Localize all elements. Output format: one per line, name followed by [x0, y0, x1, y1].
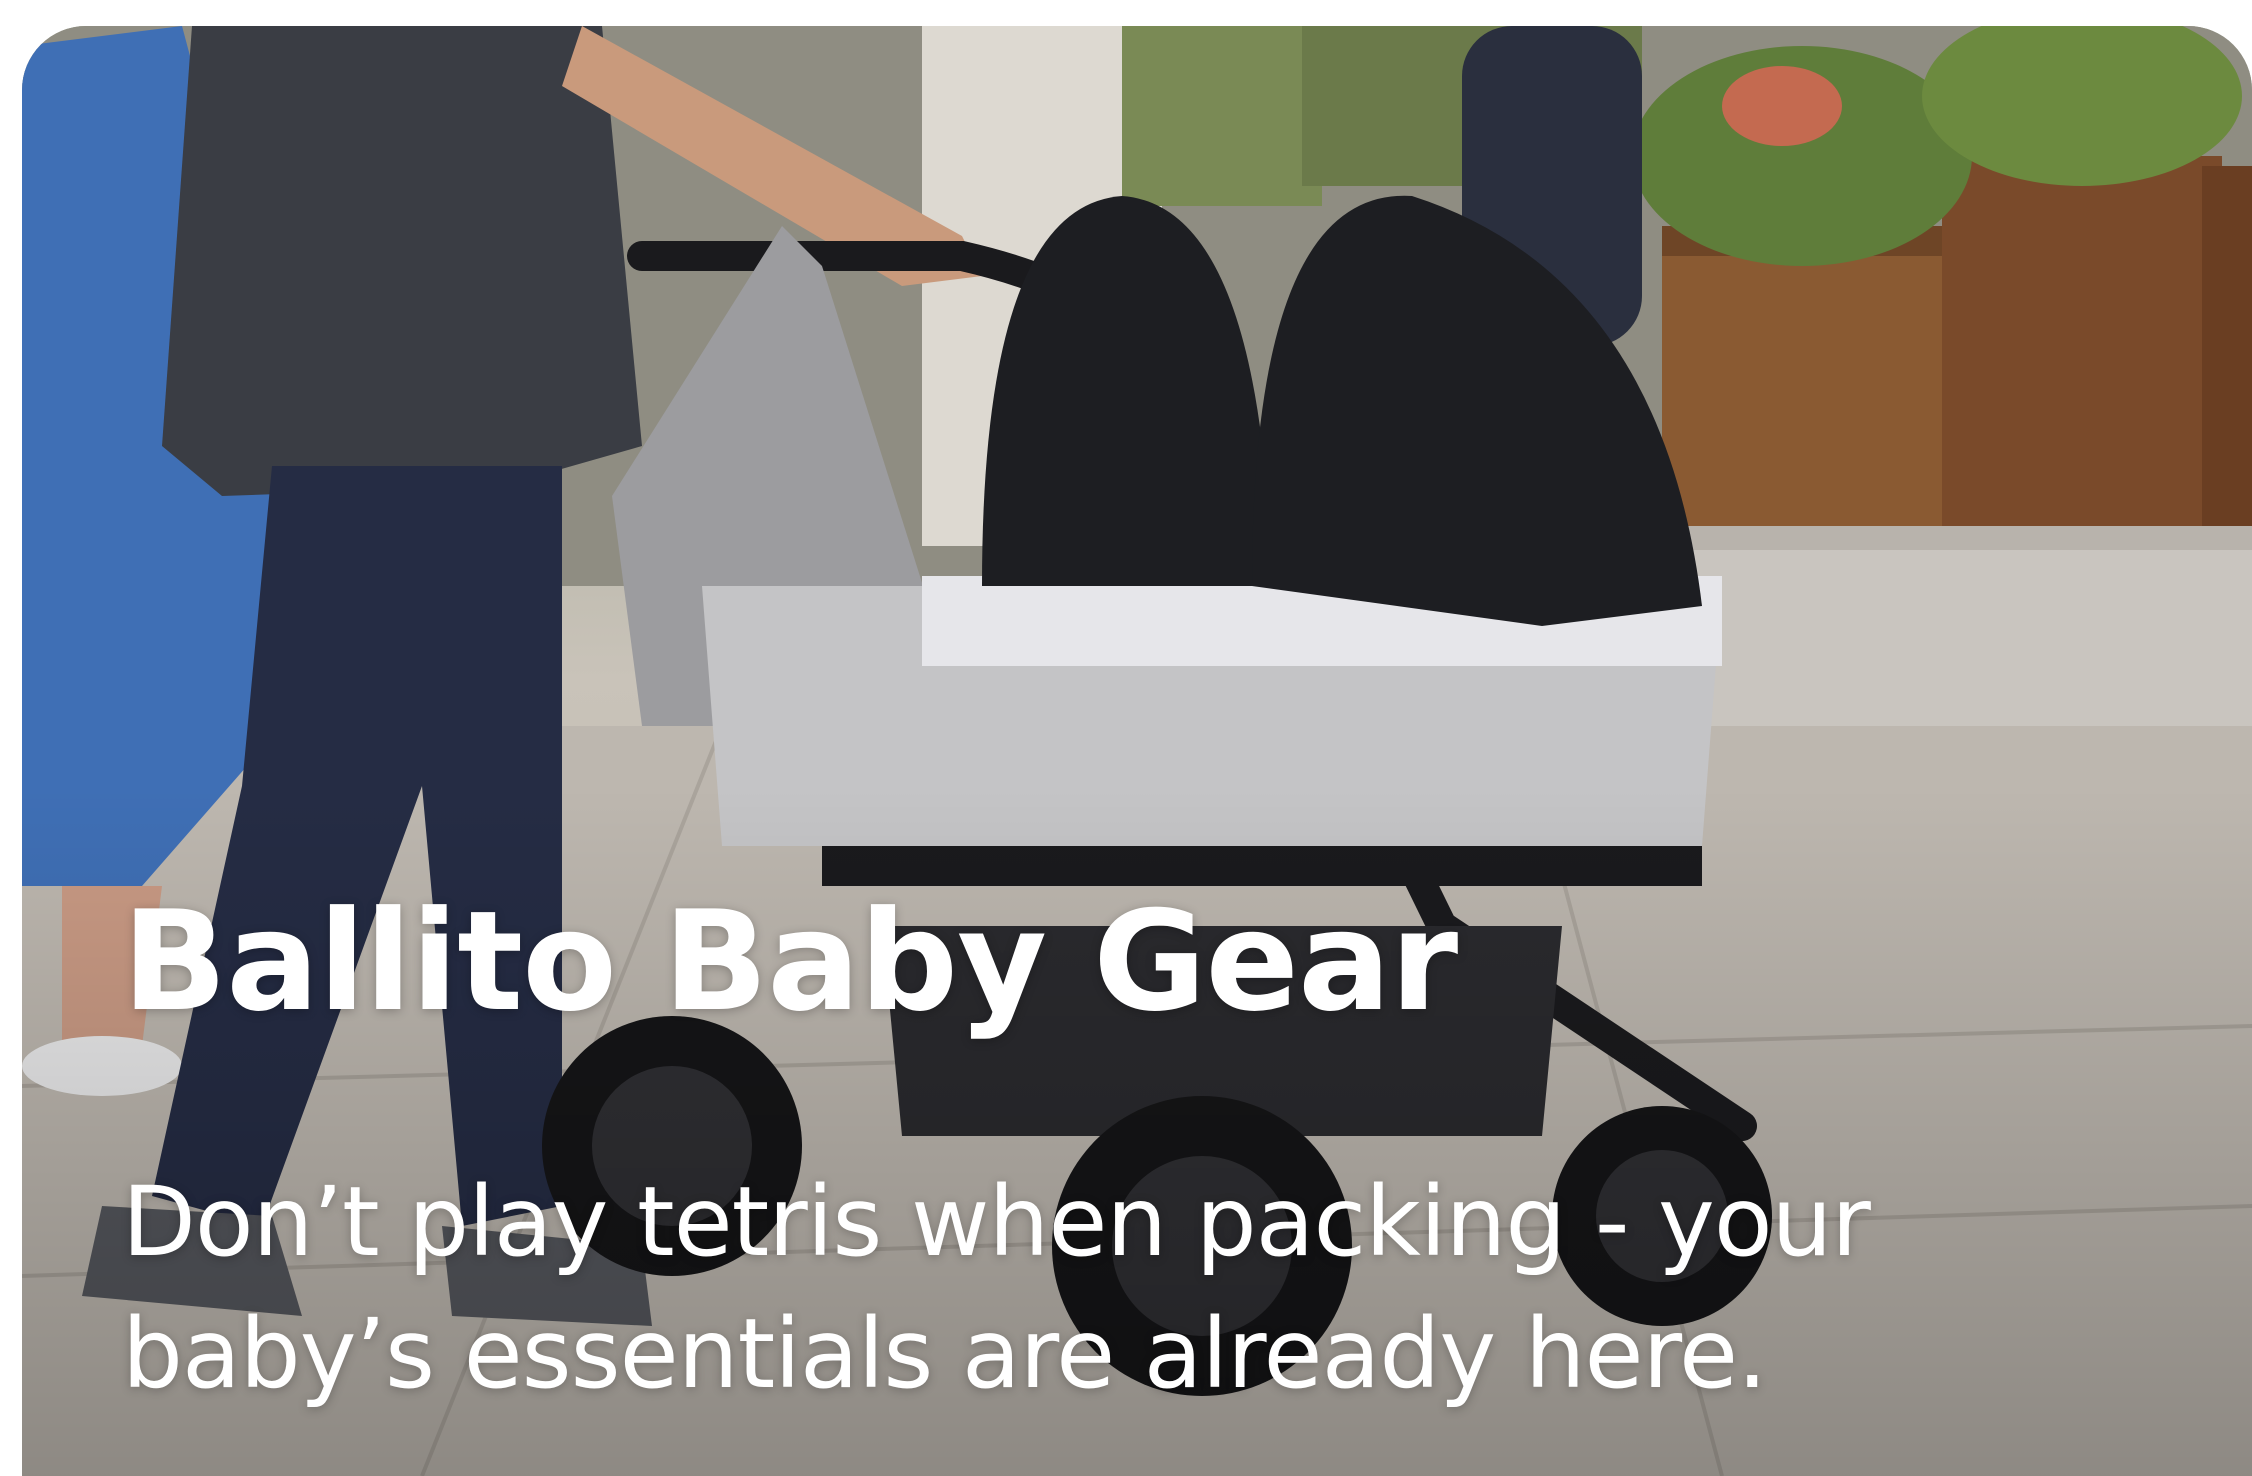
- promo-card[interactable]: Ballito Baby Gear Don’t play tetris when…: [22, 26, 2252, 1476]
- card-title: Ballito Baby Gear: [122, 881, 1458, 1042]
- card-description: Don’t play tetris when packing - your ba…: [122, 1166, 1871, 1410]
